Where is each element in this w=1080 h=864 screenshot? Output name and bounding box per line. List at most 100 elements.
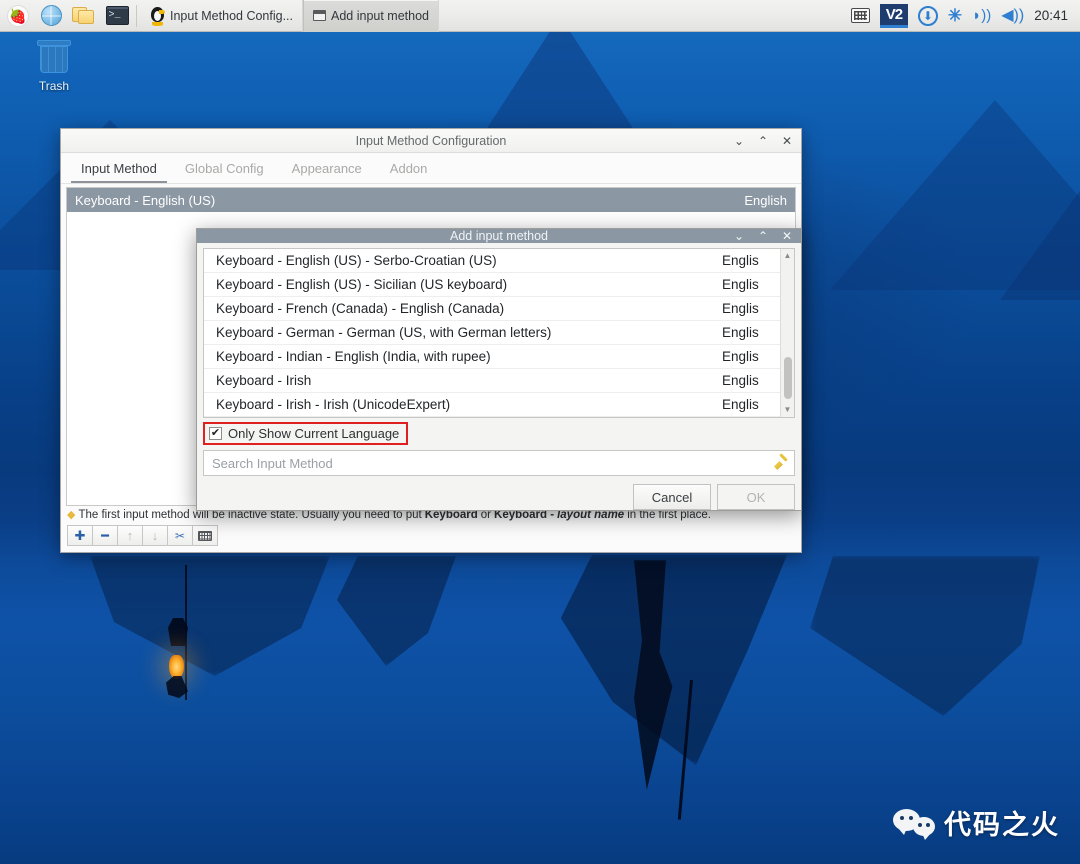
close-icon[interactable]: ✕ [781, 230, 793, 242]
wechat-icon [893, 807, 935, 840]
list-item[interactable]: Keyboard - English (US) - Sicilian (US k… [204, 273, 780, 297]
desktop-icon-trash[interactable]: Trash [26, 40, 82, 93]
volume-tray-button[interactable]: ◀)) [1001, 6, 1025, 24]
input-method-language: English [744, 192, 787, 208]
volume-icon: ◀)) [1001, 6, 1025, 24]
add-button[interactable]: ✚ [67, 525, 93, 546]
list-item-language: Englis [722, 397, 759, 412]
minimize-icon[interactable]: ⌄ [733, 230, 745, 242]
search-input[interactable] [212, 455, 772, 471]
scroll-down-icon[interactable]: ▼ [784, 404, 792, 416]
raspberry-icon: 🍓 [7, 4, 29, 27]
dialog-window-controls: ⌄ ⌃ ✕ [733, 229, 793, 243]
input-method-name: Keyboard - English (US) [75, 192, 216, 208]
taskbar-window-label: Add input method [331, 8, 429, 23]
maximize-icon[interactable]: ⌃ [757, 135, 769, 147]
water-reflection-right [810, 556, 1040, 716]
list-scrollbar[interactable]: ▲ ▼ [780, 249, 794, 417]
penguin-icon [150, 6, 165, 26]
available-input-methods-list: Keyboard - English (US) - Serbo-Croatian… [204, 249, 780, 417]
tab-addon[interactable]: Addon [376, 157, 442, 183]
dialog-titlebar[interactable]: Add input method ⌄ ⌃ ✕ [197, 229, 801, 243]
terminal-icon: >_ [105, 6, 129, 25]
ok-button[interactable]: OK [717, 484, 795, 510]
file-manager-button[interactable] [69, 2, 99, 30]
list-item-language: Englis [722, 301, 759, 316]
available-input-methods-listbox[interactable]: Keyboard - English (US) - Serbo-Croatian… [203, 248, 795, 418]
remove-button[interactable]: ━ [92, 525, 118, 546]
maximize-icon[interactable]: ⌃ [757, 230, 769, 242]
checkbox-box[interactable]: ✔ [209, 427, 222, 440]
trash-icon [36, 40, 72, 74]
water-reflection-left [90, 556, 330, 676]
taskbar-window-label: Input Method Config... [170, 8, 293, 23]
water-reflection-mid [337, 556, 456, 666]
list-item-name: Keyboard - English (US) - Serbo-Croatian… [216, 253, 497, 268]
bluetooth-tray-button[interactable]: ✳ [948, 7, 962, 24]
main-window-controls: ⌄ ⌃ ✕ [733, 129, 793, 152]
wand-icon: ✂ [174, 528, 186, 543]
list-item-name: Keyboard - Irish - Irish (UnicodeExpert) [216, 397, 451, 412]
move-down-button[interactable]: ↓ [142, 525, 168, 546]
move-up-button[interactable]: ↑ [117, 525, 143, 546]
globe-icon [40, 5, 62, 26]
scrollbar-thumb[interactable] [784, 357, 792, 399]
taskbar-window-add-input-method[interactable]: Add input method [303, 0, 439, 32]
bluetooth-icon: ✳ [947, 6, 963, 25]
scroll-up-icon[interactable]: ▲ [784, 250, 792, 262]
trash-label: Trash [38, 79, 70, 93]
keyboard-icon [850, 8, 870, 23]
web-browser-button[interactable] [36, 2, 66, 30]
keyboard-tray-button[interactable] [850, 8, 870, 23]
taskbar-separator [136, 4, 137, 27]
cancel-button[interactable]: Cancel [633, 484, 711, 510]
keyboard-icon [198, 530, 212, 541]
list-item-language: Englis [722, 325, 759, 340]
only-show-current-language-checkbox[interactable]: ✔ Only Show Current Language [203, 422, 408, 445]
wifi-tray-button[interactable]: ◗)) [972, 8, 991, 23]
folder-icon [72, 6, 96, 25]
tab-input-method[interactable]: Input Method [67, 157, 171, 183]
list-item-name: Keyboard - German - German (US, with Ger… [216, 325, 552, 340]
raspberry-menu-button[interactable]: 🍓 [3, 2, 33, 30]
clock[interactable]: 20:41 [1034, 8, 1068, 23]
input-method-row[interactable]: Keyboard - English (US) English [67, 188, 795, 212]
dialog-title: Add input method [450, 229, 548, 243]
wifi-icon: ◗)) [972, 7, 992, 24]
list-item[interactable]: Keyboard - English (US) - Serbo-Croatian… [204, 249, 780, 273]
close-icon[interactable]: ✕ [781, 135, 793, 147]
main-window-toolbar: ✚ ━ ↑ ↓ ✂ [61, 521, 801, 552]
configure-button[interactable]: ✂ [167, 525, 193, 546]
list-item[interactable]: Keyboard - Indian - English (India, with… [204, 345, 780, 369]
search-field[interactable] [203, 450, 795, 476]
tab-global-config[interactable]: Global Config [171, 157, 278, 183]
checkbox-label: Only Show Current Language [228, 426, 400, 441]
dialog-body: Keyboard - English (US) - Serbo-Croatian… [197, 243, 801, 516]
list-item[interactable]: Keyboard - French (Canada) - English (Ca… [204, 297, 780, 321]
main-window-titlebar[interactable]: Input Method Configuration ⌄ ⌃ ✕ [61, 129, 801, 153]
watermark: 代码之火 [893, 803, 1060, 842]
keyboard-layout-button[interactable] [192, 525, 218, 546]
lamp-glow [169, 655, 184, 679]
list-item[interactable]: Keyboard - German - German (US, with Ger… [204, 321, 780, 345]
vnc-tray-button[interactable]: V2 [879, 3, 908, 28]
list-item[interactable]: Keyboard - Irish - Irish (UnicodeExpert)… [204, 393, 780, 417]
system-tray: V2 ⬇ ✳ ◗)) ◀)) 20:41 [850, 3, 1080, 28]
minimize-icon[interactable]: ⌄ [733, 135, 745, 147]
broom-icon[interactable] [772, 453, 790, 472]
list-item-language: Englis [722, 373, 759, 388]
add-input-method-dialog: Add input method ⌄ ⌃ ✕ Keyboard - Englis… [196, 228, 802, 511]
list-item-name: Keyboard - French (Canada) - English (Ca… [216, 301, 505, 316]
watermark-text: 代码之火 [944, 810, 1060, 841]
list-item[interactable]: Keyboard - Irish Englis [204, 369, 780, 393]
tab-appearance[interactable]: Appearance [278, 157, 376, 183]
list-item-language: Englis [722, 277, 759, 292]
taskbar-window-input-method-config[interactable]: Input Method Config... [141, 0, 303, 32]
updates-tray-button[interactable]: ⬇ [917, 5, 938, 26]
main-window-title: Input Method Configuration [355, 133, 507, 148]
list-item-name: Keyboard - Irish [216, 373, 312, 388]
list-item-language: Englis [722, 349, 759, 364]
diamond-icon: ◆ [67, 509, 76, 521]
main-window-tabs: Input Method Global Config Appearance Ad… [61, 153, 801, 184]
terminal-button[interactable]: >_ [102, 2, 132, 30]
